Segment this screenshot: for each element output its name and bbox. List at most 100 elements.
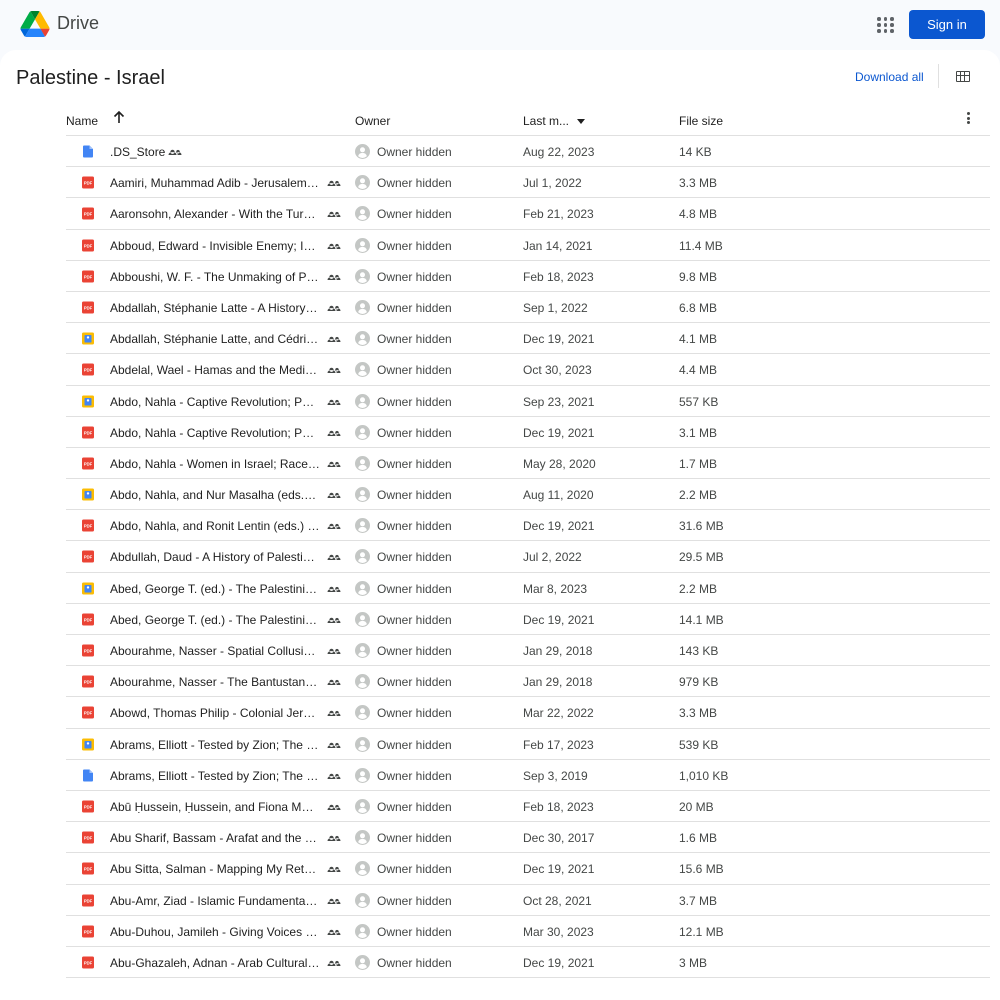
file-size: 29.5 MB	[679, 550, 724, 565]
file-name[interactable]: Abu-Amr, Ziad - Islamic Fundamentalis...	[110, 894, 320, 908]
file-name[interactable]: Abu-Ghazaleh, Adnan - Arab Cultural ...	[110, 956, 320, 970]
table-row[interactable]: PDF Abboud, Edward - Invisible Enemy; Isr…	[66, 230, 990, 261]
table-row[interactable]: PDF Abowd, Thomas Philip - Colonial Jerus…	[66, 697, 990, 729]
apps-grid-icon[interactable]	[871, 11, 897, 37]
download-all-button[interactable]: Download all	[855, 70, 924, 84]
table-row[interactable]: PDF Abu-Ghazaleh, Adnan - Arab Cultural .…	[66, 947, 990, 979]
file-name[interactable]: Abdo, Nahla, and Nur Masalha (eds.) - ..…	[110, 488, 320, 502]
table-row[interactable]: Abdo, Nahla, and Nur Masalha (eds.) - ..…	[66, 479, 990, 511]
file-name[interactable]: Abdo, Nahla - Captive Revolution; Pale..…	[110, 395, 320, 409]
table-row[interactable]: .DS_Store Owner hidden Aug 22, 2023 14 KB	[66, 136, 990, 168]
column-owner-header[interactable]: Owner	[355, 114, 390, 128]
file-owner: Owner hidden	[377, 924, 452, 939]
table-row[interactable]: PDF Abourahme, Nasser - The Bantustan S..…	[66, 666, 990, 698]
svg-text:PDF: PDF	[84, 368, 93, 373]
table-row[interactable]: PDF Abdullah, Daud - A History of Palesti…	[66, 541, 990, 573]
toolbar-divider	[938, 64, 939, 88]
table-row[interactable]: PDF Abed, George T. (ed.) - The Palestini…	[66, 604, 990, 635]
file-size: 1.6 MB	[679, 831, 718, 846]
file-modified-date: Mar 30, 2023	[523, 924, 594, 939]
grid-view-icon[interactable]	[956, 71, 970, 82]
column-name-header[interactable]: Name	[66, 114, 98, 128]
table-row[interactable]: PDF Abboushi, W. F. - The Unmaking of Pal…	[66, 261, 990, 292]
sort-dropdown-icon[interactable]	[577, 119, 585, 124]
owner-avatar-icon	[355, 362, 370, 378]
table-row[interactable]: PDF Abdelal, Wael - Hamas and the Media; …	[66, 354, 990, 386]
file-name[interactable]: Abourahme, Nasser - The Bantustan S...	[110, 675, 320, 689]
file-name[interactable]: .DS_Store	[110, 145, 165, 159]
file-name[interactable]: Aamiri, Muhammad Adib - Jerusalem; ...	[110, 176, 320, 190]
owner-avatar-icon	[355, 206, 370, 222]
sort-ascending-icon[interactable]	[113, 110, 125, 124]
table-row[interactable]: Abed, George T. (ed.) - The Palestinian.…	[66, 573, 990, 604]
table-row[interactable]: Abrams, Elliott - Tested by Zion; The B.…	[66, 760, 990, 791]
file-modified-date: Sep 3, 2019	[523, 768, 588, 783]
more-options-icon[interactable]	[965, 112, 971, 126]
pdf-file-icon: PDF	[82, 862, 94, 875]
pdf-file-icon: PDF	[82, 550, 94, 563]
pdf-file-icon: PDF	[82, 675, 94, 688]
file-name[interactable]: Aaronsohn, Alexander - With the Turks...	[110, 207, 320, 221]
drive-logo-icon[interactable]	[20, 11, 50, 37]
file-name[interactable]: Abowd, Thomas Philip - Colonial Jerus...	[110, 706, 320, 720]
table-row[interactable]: PDF Abdo, Nahla - Women in Israel; Race, …	[66, 448, 990, 480]
table-row[interactable]: PDF Abu Sharif, Bassam - Arafat and the D…	[66, 822, 990, 854]
file-name[interactable]: Abu Sitta, Salman - Mapping My Retur...	[110, 862, 320, 876]
column-size-header[interactable]: File size	[679, 114, 723, 128]
file-name[interactable]: Abed, George T. (ed.) - The Palestinian.…	[110, 582, 320, 596]
file-name[interactable]: Abdullah, Daud - A History of Palestini.…	[110, 550, 320, 564]
file-name[interactable]: Abdo, Nahla, and Ronit Lentin (eds.) - .…	[110, 519, 320, 533]
file-modified-date: Aug 11, 2020	[523, 488, 594, 503]
pdf-file-icon: PDF	[82, 426, 94, 439]
owner-avatar-icon	[355, 923, 370, 939]
svg-text:PDF: PDF	[84, 617, 93, 622]
table-row[interactable]: PDF Abdo, Nahla - Captive Revolution; Pal…	[66, 417, 990, 448]
table-row[interactable]: PDF Abu-Duhou, Jamileh - Giving Voices to…	[66, 916, 990, 947]
table-row[interactable]: PDF Abu Sitta, Salman - Mapping My Retur.…	[66, 853, 990, 885]
table-row[interactable]: Abdallah, Stéphanie Latte, and Cédric ..…	[66, 323, 990, 355]
file-name[interactable]: Abrams, Elliott - Tested by Zion; The B.…	[110, 769, 320, 783]
column-modified-header[interactable]: Last m...	[523, 114, 569, 128]
file-owner: Owner hidden	[377, 581, 452, 596]
svg-text:PDF: PDF	[84, 274, 93, 279]
file-modified-date: Oct 28, 2021	[523, 893, 592, 908]
shared-people-icon	[327, 305, 341, 311]
pdf-file-icon: PDF	[82, 706, 94, 719]
shared-people-icon	[327, 555, 341, 561]
pdf-file-icon: PDF	[82, 644, 94, 657]
file-name[interactable]: Abed, George T. (ed.) - The Palestinian.…	[110, 613, 320, 627]
sign-in-button[interactable]: Sign in	[909, 10, 985, 39]
file-name[interactable]: Abrams, Elliott - Tested by Zion; The B.…	[110, 738, 320, 752]
file-name[interactable]: Abourahme, Nasser - Spatial Collusion...	[110, 644, 320, 658]
file-size: 1.7 MB	[679, 456, 718, 471]
file-name[interactable]: Abdelal, Wael - Hamas and the Media; ...	[110, 363, 320, 377]
table-row[interactable]: Abdo, Nahla - Captive Revolution; Pale..…	[66, 386, 990, 417]
file-name[interactable]: Abdo, Nahla - Women in Israel; Race, ...	[110, 457, 320, 471]
file-owner: Owner hidden	[377, 300, 452, 315]
table-row[interactable]: PDF Aaronsohn, Alexander - With the Turks…	[66, 198, 990, 230]
owner-avatar-icon	[355, 175, 370, 191]
file-owner: Owner hidden	[377, 176, 452, 191]
file-name[interactable]: Abu Sharif, Bassam - Arafat and the Dr..…	[110, 831, 320, 845]
table-row[interactable]: Abrams, Elliott - Tested by Zion; The B.…	[66, 729, 990, 760]
file-name[interactable]: Abboud, Edward - Invisible Enemy; Isra..…	[110, 239, 320, 253]
table-row[interactable]: PDF Abdallah, Stéphanie Latte - A History…	[66, 292, 990, 324]
table-row[interactable]: PDF Abū Ḥussein, Ḥussein, and Fiona Mack.…	[66, 791, 990, 823]
file-name[interactable]: Abdallah, Stéphanie Latte - A History o.…	[110, 301, 320, 315]
file-name[interactable]: Abu-Duhou, Jamileh - Giving Voices to...	[110, 925, 320, 939]
table-row[interactable]: PDF Aamiri, Muhammad Adib - Jerusalem; ..…	[66, 167, 990, 199]
owner-avatar-icon	[355, 830, 370, 846]
file-modified-date: Sep 1, 2022	[523, 300, 588, 315]
file-name[interactable]: Abdo, Nahla - Captive Revolution; Pale..…	[110, 426, 320, 440]
table-row[interactable]: PDF Abourahme, Nasser - Spatial Collusion…	[66, 635, 990, 667]
svg-text:PDF: PDF	[84, 461, 93, 466]
file-owner: Owner hidden	[377, 519, 452, 534]
file-name[interactable]: Abū Ḥussein, Ḥussein, and Fiona Mack...	[110, 800, 320, 814]
shared-people-icon	[327, 368, 341, 374]
table-row[interactable]: PDF Abdo, Nahla, and Ronit Lentin (eds.) …	[66, 510, 990, 542]
file-name[interactable]: Abboushi, W. F. - The Unmaking of Pal...	[110, 270, 320, 284]
pdf-file-icon: PDF	[82, 207, 94, 220]
file-name[interactable]: Abdallah, Stéphanie Latte, and Cédric ..…	[110, 332, 320, 346]
table-row[interactable]: PDF Abu-Amr, Ziad - Islamic Fundamentalis…	[66, 885, 990, 916]
owner-avatar-icon	[355, 331, 370, 347]
